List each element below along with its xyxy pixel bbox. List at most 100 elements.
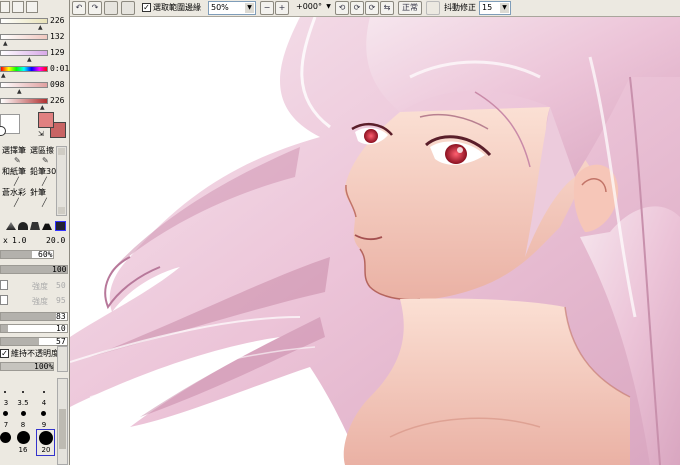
flip-canvas-icon[interactable]: ⇆ (380, 1, 394, 15)
tool-washi-pen[interactable]: 和紙筆 (2, 167, 26, 177)
primary-color-swatch[interactable] (38, 112, 54, 128)
zoom-out-icon[interactable]: − (260, 1, 274, 15)
swatch-area: ⇲ (0, 112, 68, 144)
strength-label-1: 強度 (32, 282, 48, 291)
strength-value-2: 95 (56, 296, 66, 305)
stabilizer-dropdown[interactable]: 15 ▼ (479, 1, 511, 15)
color-slider[interactable]: ▲0:010 (0, 62, 70, 79)
brush-size-preset[interactable] (22, 391, 24, 393)
color-slider-value: 226 (50, 96, 65, 105)
panel-top-button-1[interactable] (0, 1, 10, 13)
tool-panel: ▲226▲132▲129▲0:010▲098▲226 ⇲ 選擇筆 選區擦 ✎ ✎… (0, 0, 70, 465)
brush-size-preset[interactable] (21, 411, 26, 416)
size-value: 20.0 (46, 236, 66, 245)
pencil-icon: ╱ (42, 177, 47, 186)
size-multiplier: 1.0 (12, 236, 27, 245)
panel-top-button-3[interactable] (26, 1, 38, 13)
blending-value: 83 (56, 312, 66, 321)
keep-opacity-checkbox[interactable]: ✓ (0, 349, 9, 358)
pen-icon: ╱ (14, 177, 19, 186)
stabilizer-value: 15 (482, 3, 493, 12)
tool-grid: 選擇筆 選區擦 ✎ ✎ 和紙筆 鉛筆30 ╱ ╱ 蒼水彩 針筆 ╱ ╱ (0, 146, 68, 216)
brush-size-preset[interactable] (17, 431, 30, 444)
brush-shape-square[interactable] (55, 221, 66, 231)
tool-select-eraser[interactable]: 選區擦 (30, 146, 54, 156)
density-value: 100 (52, 265, 67, 274)
brush-size-preset-selected[interactable]: 20 (36, 429, 55, 456)
select-edge-label: 選取範圍邊緣 (153, 3, 201, 12)
brush-size-label: 3.5 (17, 399, 29, 407)
zoom-value: 50% (211, 3, 229, 12)
tool-watercolor[interactable]: 蒼水彩 (2, 188, 26, 198)
rotate-right-icon[interactable]: ⟳ (350, 1, 364, 15)
color-slider-track[interactable] (0, 50, 48, 56)
color-slider-track[interactable] (0, 82, 48, 88)
min-size-value: 60% (38, 250, 53, 259)
keep-opacity-label: 維持不透明度 (11, 349, 59, 358)
brush-size-row[interactable]: x 1.0 20.0 (0, 236, 68, 246)
strength-label-2: 強度 (32, 297, 48, 306)
reset-rotation-icon[interactable]: ⟳ (365, 1, 379, 15)
circle-icon[interactable] (0, 126, 6, 136)
color-slider-value: 0:010 (50, 64, 70, 73)
artwork (70, 17, 680, 465)
color-slider[interactable]: ▲ 129 (0, 46, 68, 63)
tool-scrollbar[interactable] (56, 146, 67, 216)
strength-dropdown-2[interactable] (0, 295, 8, 305)
panel-top-button-2[interactable] (12, 1, 24, 13)
brush-size-scrollbar[interactable] (57, 378, 68, 465)
opacity-scrollbar[interactable] (57, 346, 68, 372)
brush-shape-soft[interactable] (30, 222, 40, 230)
opacity-value: 100% (34, 362, 54, 371)
brush-shape-flat[interactable] (6, 222, 16, 230)
select-edge-checkbox[interactable]: ✓ (142, 3, 151, 12)
brush-size-label: 7 (3, 421, 9, 429)
brush-size-label: 9 (41, 421, 47, 429)
tool-needle-pen[interactable]: 針筆 (30, 188, 46, 198)
brush-shape-hard[interactable] (42, 223, 52, 230)
color-slider-value: 129 (50, 48, 65, 57)
rotate-left-icon[interactable]: ⟲ (335, 1, 349, 15)
swap-colors-icon[interactable]: ⇲ (38, 131, 44, 138)
strength-dropdown-1[interactable] (0, 280, 8, 290)
brush-size-preset[interactable] (43, 391, 45, 393)
chevron-down-icon: ▼ (324, 2, 333, 12)
redo-icon[interactable]: ↷ (88, 1, 102, 15)
color-slider[interactable]: ▲ 226 (0, 94, 68, 111)
tool-pencil[interactable]: 鉛筆30 (30, 167, 56, 177)
persistence-value: 57 (56, 337, 66, 346)
invert-selection-icon[interactable] (121, 1, 135, 15)
brush-shape-row (0, 220, 68, 232)
color-slider-value: 226 (50, 16, 65, 25)
deselect-icon[interactable] (104, 1, 118, 15)
brush-size-grid: 3 3.5 4 7 8 9 20 16 (0, 378, 68, 465)
blend-mode-button[interactable]: 正常 (398, 1, 422, 15)
needle-pen-icon: ╱ (42, 198, 47, 207)
undo-icon[interactable]: ↶ (72, 1, 86, 15)
brush-size-label: 3 (3, 399, 9, 407)
brush-size-preset[interactable] (3, 411, 8, 416)
color-slider[interactable]: ▲ 226 (0, 14, 68, 31)
drawing-canvas[interactable] (70, 17, 680, 465)
brush-icon: ╱ (14, 198, 19, 207)
chevron-down-icon: ▼ (245, 3, 254, 13)
brush-size-label: 8 (20, 421, 26, 429)
brush-size-preset[interactable] (4, 391, 6, 393)
brush-shape-round[interactable] (18, 222, 28, 230)
layer-mode-icon[interactable] (426, 1, 440, 15)
brush-size-label: 16 (18, 446, 28, 454)
tool-select-pen[interactable]: 選擇筆 (2, 146, 26, 156)
color-slider-track[interactable] (0, 66, 48, 72)
zoom-dropdown[interactable]: 50% ▼ (208, 1, 256, 15)
color-slider[interactable]: ▲ 098 (0, 78, 68, 95)
strength-value-1: 50 (56, 281, 66, 290)
slider-thumb-icon[interactable]: ▲ (40, 105, 45, 111)
color-slider[interactable]: ▲ 132 (0, 30, 68, 47)
rotation-value: +000° (296, 2, 322, 11)
rotation-dropdown[interactable]: +000° ▼ (294, 1, 334, 15)
brush-size-preset[interactable] (41, 411, 46, 416)
zoom-in-icon[interactable]: + (275, 1, 289, 15)
brush-size-preset[interactable] (0, 432, 11, 443)
chevron-down-icon: ▼ (500, 3, 509, 13)
pen-icon: ✎ (14, 156, 21, 165)
